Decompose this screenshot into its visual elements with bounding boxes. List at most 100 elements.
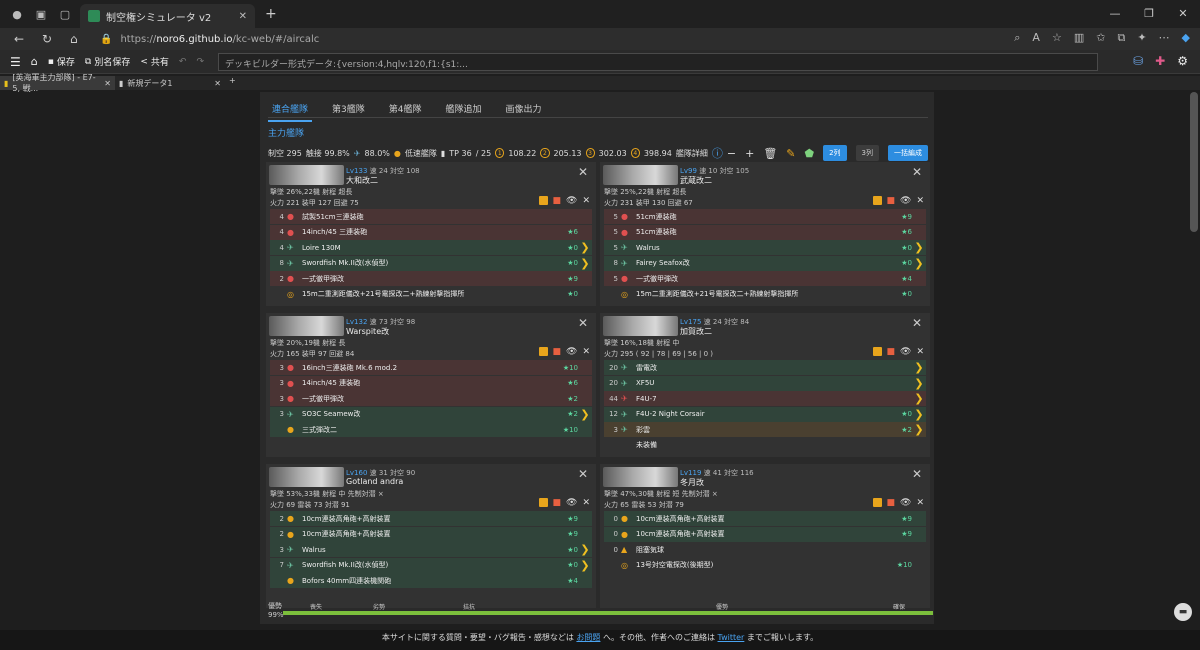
read-aloud-icon[interactable]: A <box>1032 31 1040 45</box>
equip-slot[interactable]: ◎ 13号対空電探改(後期型) ★10 <box>604 558 926 573</box>
three-column-button[interactable]: 3列 <box>855 145 879 161</box>
new-tab-icon[interactable]: + <box>265 6 277 22</box>
gift-icon[interactable]: ■ <box>887 347 896 357</box>
copilot-icon[interactable]: ◆ <box>1182 31 1190 45</box>
eye-icon[interactable]: 👁 <box>566 347 577 357</box>
equip-slot[interactable]: 3 ● 14inch/45 連装砲 ★6 <box>270 375 592 391</box>
equip-slot[interactable]: 0 ▲ 阻塞気球 <box>604 542 926 557</box>
tab-add-fleet[interactable]: 艦隊追加 <box>441 98 485 122</box>
remove-ship-icon[interactable]: ✕ <box>912 467 922 481</box>
item-box-icon[interactable] <box>872 196 882 205</box>
equip-slot[interactable]: 5 ● 51cm連装砲 ★9 <box>604 209 926 224</box>
favorites-icon[interactable]: ✩ <box>1096 31 1105 45</box>
proficiency-icon[interactable]: ❯ <box>578 241 592 254</box>
equip-slot[interactable]: 5 ● 51cm連装砲 ★6 <box>604 224 926 240</box>
doc-tab-1[interactable]: ▮ [英海軍主力部隊] - E7-5, 戦... ✕ <box>0 73 115 93</box>
ship-name[interactable]: Warspite改 <box>346 326 389 337</box>
refresh-icon[interactable]: ↻ <box>42 32 56 46</box>
gift-icon[interactable]: ✚ <box>1155 54 1165 68</box>
close-icon[interactable]: ✕ <box>582 498 590 508</box>
scrollbar[interactable] <box>1190 92 1198 232</box>
close-doc-tab-icon[interactable]: ✕ <box>214 79 221 88</box>
ship-banner[interactable] <box>603 316 678 336</box>
equip-slot[interactable]: 3 ● 16inch三連装砲 Mk.6 mod.2 ★10 <box>270 360 592 375</box>
close-icon[interactable]: ✕ <box>916 498 924 508</box>
equip-slot[interactable]: 5 ● 一式徹甲弾改 ★4 <box>604 271 926 286</box>
redo-icon[interactable]: ↷ <box>196 57 204 67</box>
proficiency-icon[interactable]: ❯ <box>912 408 926 421</box>
minus-icon[interactable]: − <box>727 147 736 160</box>
proficiency-icon[interactable]: ❯ <box>578 257 592 270</box>
browser-tab-active[interactable]: 制空権シミュレータ v2 ✕ <box>80 4 255 28</box>
two-column-button[interactable]: 2列 <box>823 145 847 161</box>
close-window-icon[interactable]: ✕ <box>1166 0 1200 28</box>
doc-tab-2[interactable]: ▮ 新規データ1 ✕ <box>115 76 225 90</box>
restore-icon[interactable]: ❐ <box>1132 0 1166 28</box>
equip-slot[interactable]: 3 ● 一式徹甲弾改 ★2 <box>270 391 592 406</box>
proficiency-icon[interactable]: ❯ <box>912 257 926 270</box>
ship-banner[interactable] <box>603 165 678 185</box>
close-icon[interactable]: ✕ <box>582 196 590 206</box>
remove-ship-icon[interactable]: ✕ <box>912 165 922 179</box>
plus-icon[interactable]: + <box>745 147 754 160</box>
database-icon[interactable]: ⛁ <box>1133 54 1143 68</box>
minimize-icon[interactable]: — <box>1098 0 1132 28</box>
inquiry-link[interactable]: お問題 <box>576 633 600 642</box>
favorite-icon[interactable]: ☆ <box>1052 31 1062 45</box>
zoom-icon[interactable]: ⌕ <box>1014 31 1020 45</box>
share-button[interactable]: < 共有 <box>140 55 169 69</box>
gift-icon[interactable]: ■ <box>553 347 562 357</box>
home-button[interactable]: ⌂ <box>31 55 38 68</box>
proficiency-icon[interactable]: ❯ <box>912 377 926 390</box>
equip-slot[interactable]: 3 ✈ Walrus ★0 ❯ <box>270 542 592 557</box>
undo-icon[interactable]: ↶ <box>179 57 187 67</box>
remove-ship-icon[interactable]: ✕ <box>578 165 588 179</box>
settings-icon[interactable]: ⚙ <box>1177 54 1188 68</box>
equip-slot[interactable]: ◎ 15m二重測距儀改+21号電探改二+熟練射撃指揮所 ★0 <box>270 287 592 302</box>
equip-slot[interactable]: 4 ✈ Loire 130M ★0 ❯ <box>270 240 592 255</box>
gift-icon[interactable]: ■ <box>887 196 896 206</box>
equip-slot[interactable]: 2 ● 10cm連装高角砲+高射装置 ★9 <box>270 511 592 526</box>
proficiency-icon[interactable]: ❯ <box>578 543 592 556</box>
proficiency-icon[interactable]: ❯ <box>578 559 592 572</box>
eye-icon[interactable]: 👁 <box>566 498 577 508</box>
eye-icon[interactable]: 👁 <box>900 196 911 206</box>
save-as-button[interactable]: ⧉ 別名保存 <box>85 55 130 69</box>
proficiency-icon[interactable]: ❯ <box>578 408 592 421</box>
remove-ship-icon[interactable]: ✕ <box>912 316 922 330</box>
item-box-icon[interactable] <box>872 498 882 507</box>
item-box-icon[interactable] <box>538 196 548 205</box>
ship-name[interactable]: 冬月改 <box>680 477 704 488</box>
equip-slot[interactable]: ● 三式弾改二 ★10 <box>270 422 592 437</box>
bulk-edit-button[interactable]: 一括編成 <box>888 145 928 161</box>
tab-fleet-4[interactable]: 第4艦隊 <box>385 98 426 122</box>
more-icon[interactable]: ⋯ <box>1159 31 1170 45</box>
deck-builder-input[interactable]: デッキビルダー形式データ:{version:4,hqlv:120,f1:{s1:… <box>218 53 1098 71</box>
gift-icon[interactable]: ■ <box>887 498 896 508</box>
equip-slot[interactable]: 20 ✈ XF5U ❯ <box>604 375 926 391</box>
close-icon[interactable]: ✕ <box>582 347 590 357</box>
proficiency-icon[interactable]: ❯ <box>912 361 926 374</box>
item-box-icon[interactable] <box>538 498 548 507</box>
equip-slot[interactable]: 20 ✈ 雷電改 ❯ <box>604 360 926 375</box>
equip-slot[interactable]: ● Bofors 40mm四連装機関砲 ★4 <box>270 573 592 588</box>
close-icon[interactable]: ✕ <box>916 347 924 357</box>
equip-slot[interactable]: 3 ✈ SO3C Seamew改 ★2 ❯ <box>270 406 592 422</box>
close-tab-icon[interactable]: ✕ <box>239 11 247 22</box>
equip-slot[interactable]: 8 ✈ Swordfish Mk.II改(水偵型) ★0 ❯ <box>270 255 592 271</box>
item-box-icon[interactable] <box>872 347 882 356</box>
back-icon[interactable]: ← <box>14 32 28 46</box>
menu-icon[interactable]: ☰ <box>10 55 21 69</box>
eye-icon[interactable]: 👁 <box>900 498 911 508</box>
ship-banner[interactable] <box>269 165 344 185</box>
ship-banner[interactable] <box>269 316 344 336</box>
ship-name[interactable]: 武蔵改二 <box>680 175 712 186</box>
equip-slot[interactable]: 0 ● 10cm連装高角砲+高射装置 ★9 <box>604 511 926 526</box>
equip-slot[interactable]: 7 ✈ Swordfish Mk.II改(水偵型) ★0 ❯ <box>270 557 592 573</box>
url-field[interactable]: 🔒 https://noro6.github.io/kc-web/#/airca… <box>100 30 940 48</box>
close-icon[interactable]: ✕ <box>916 196 924 206</box>
profile-icon[interactable]: ● <box>10 7 24 21</box>
extensions-icon[interactable]: ✦ <box>1137 31 1146 45</box>
tab-combined-fleet[interactable]: 連合艦隊 <box>268 98 313 122</box>
close-doc-tab-icon[interactable]: ✕ <box>104 79 111 88</box>
